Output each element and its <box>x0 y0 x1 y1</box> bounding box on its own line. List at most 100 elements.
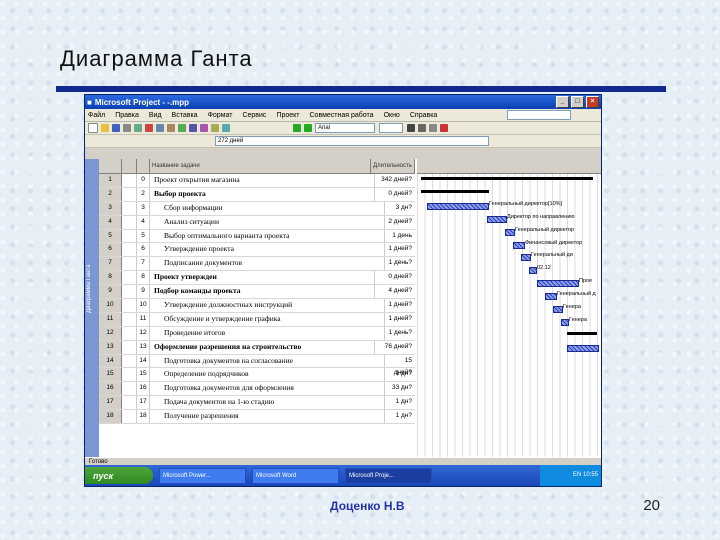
link-icon[interactable] <box>178 124 186 132</box>
title-bar[interactable]: ■ Microsoft Project - -.mpp _ □ × <box>85 95 601 109</box>
menu-tools[interactable]: Сервис <box>242 112 266 119</box>
assign-icon[interactable] <box>222 124 230 132</box>
table-row[interactable]: 8 8 Проект утвержден 0 дней? <box>99 271 415 286</box>
menu-insert[interactable]: Вставка <box>172 112 198 119</box>
table-row[interactable]: 1 0 Проект открытия магазина 342 дней? <box>99 174 415 188</box>
entry-field[interactable]: 272 дней <box>215 136 489 146</box>
taskbar-item-powerpoint[interactable]: Microsoft Power... <box>159 467 246 484</box>
col-rownum <box>99 159 122 173</box>
col-name[interactable]: Название задачи <box>150 159 371 173</box>
gantt-bar[interactable] <box>487 215 507 223</box>
new-icon[interactable] <box>88 123 98 133</box>
task-rows: 1 0 Проект открытия магазина 342 дней? 2 2 Выб… <box>99 174 415 425</box>
minimize-button[interactable]: _ <box>556 96 569 108</box>
gantt-bar[interactable] <box>505 228 515 236</box>
gantt-bar[interactable] <box>567 344 599 352</box>
menu-window[interactable]: Окно <box>384 112 400 119</box>
task-duration: 4 дней? <box>388 287 412 295</box>
task-id: 4 <box>137 215 150 229</box>
view-bar[interactable]: Диаграмма Ганта <box>85 159 99 469</box>
maximize-button[interactable]: □ <box>571 96 584 108</box>
question-box[interactable] <box>507 110 571 120</box>
task-duration: 1 день <box>392 231 412 239</box>
split-icon[interactable] <box>189 124 197 132</box>
gantt-bar[interactable] <box>537 280 579 288</box>
clock: 10:55 <box>582 472 598 478</box>
open-icon[interactable] <box>101 124 109 132</box>
table-row[interactable]: 7 7 Подписание документов 1 день? <box>99 257 415 272</box>
task-duration: 342 дней? <box>381 176 412 183</box>
gantt-bar[interactable] <box>567 331 597 335</box>
table-row[interactable]: 2 2 Выбор проекта 0 дней? <box>99 187 415 202</box>
gantt-bar[interactable] <box>521 254 531 262</box>
outdent-icon[interactable] <box>304 124 312 132</box>
task-info-icon[interactable] <box>200 124 208 132</box>
taskbar-item-word[interactable]: Microsoft Word <box>252 467 339 484</box>
menu-edit[interactable]: Правка <box>115 112 139 119</box>
gantt-bar[interactable] <box>529 267 537 275</box>
table-row[interactable]: 18 18 Получение разрешения 1 дн? <box>99 410 415 425</box>
copy-icon[interactable] <box>156 124 164 132</box>
col-id <box>137 159 150 173</box>
table-row[interactable]: 11 11 Обсуждение и утверждение графика 1 дн… <box>99 312 415 327</box>
row-number: 9 <box>99 285 122 299</box>
gantt-bar[interactable] <box>421 177 593 180</box>
gantt-bar[interactable] <box>561 318 569 326</box>
menu-view[interactable]: Вид <box>149 112 162 119</box>
paste-icon[interactable] <box>167 124 175 132</box>
notes-icon[interactable] <box>211 124 219 132</box>
table-header: Название задачи Длительность <box>99 159 415 174</box>
row-indicator <box>122 257 137 271</box>
row-number: 13 <box>99 340 122 354</box>
print-icon[interactable] <box>123 124 131 132</box>
table-row[interactable]: 10 10 Утверждение должностных инструкций 1 … <box>99 299 415 313</box>
table-row[interactable]: 13 13 Оформление разрешения на строительст… <box>99 340 415 355</box>
table-row[interactable]: 9 9 Подбор команды проекта 4 дней? <box>99 285 415 300</box>
gantt-bar[interactable] <box>421 189 489 193</box>
table-row[interactable]: 12 12 Проведение итогов 1 день? <box>99 326 415 341</box>
cut-icon[interactable] <box>145 124 153 132</box>
gantt-bar[interactable] <box>545 293 557 301</box>
highlight-icon[interactable] <box>440 124 448 132</box>
task-name: Получение разрешения <box>150 410 385 424</box>
underline-icon[interactable] <box>429 124 437 132</box>
indent-icon[interactable] <box>293 124 301 132</box>
font-select[interactable]: Arial <box>315 123 375 133</box>
menu-file[interactable]: Файл <box>88 112 105 119</box>
size-select[interactable] <box>379 123 403 133</box>
task-name: Утверждение проекта <box>150 243 385 257</box>
task-name: Выбор оптимального варианта проекта <box>150 229 385 243</box>
task-duration: 3 дн? <box>395 203 412 211</box>
task-duration: 1 дн? <box>395 370 412 378</box>
italic-icon[interactable] <box>418 124 426 132</box>
row-indicator <box>122 243 137 257</box>
menu-help[interactable]: Справка <box>410 112 437 119</box>
menu-format[interactable]: Формат <box>208 112 233 119</box>
gantt-resource-label: Генера <box>563 304 581 310</box>
gantt-bar[interactable] <box>553 306 563 313</box>
menu-project[interactable]: Проект <box>276 112 299 119</box>
menu-collaborate[interactable]: Совместная работа <box>310 112 374 119</box>
row-indicator <box>122 340 137 354</box>
table-row[interactable]: 15 15 Определение подрядчиков 1 дн? <box>99 368 415 383</box>
col-duration[interactable]: Длительность <box>371 159 415 173</box>
table-row[interactable]: 5 5 Выбор оптимального варианта проекта 1 д… <box>99 229 415 244</box>
taskbar-item-project[interactable]: Microsoft Proje... <box>345 467 432 484</box>
table-row[interactable]: 3 3 Сбор информации 3 дн? <box>99 201 415 216</box>
task-id: 16 <box>137 382 150 396</box>
table-row[interactable]: 16 16 Подготовка документов для оформления… <box>99 382 415 397</box>
lang-indicator[interactable]: EN <box>573 472 581 478</box>
save-icon[interactable] <box>112 124 120 132</box>
table-row[interactable]: 4 4 Анализ ситуации 2 дней? <box>99 215 415 230</box>
start-button[interactable]: пуск <box>85 467 153 484</box>
app-icon: ■ <box>87 97 92 107</box>
row-number: 8 <box>99 271 122 285</box>
close-button[interactable]: × <box>586 96 599 108</box>
table-row[interactable]: 6 6 Утверждение проекта 1 дней? <box>99 243 415 258</box>
preview-icon[interactable] <box>134 124 142 132</box>
gantt-bar[interactable] <box>513 241 525 249</box>
bold-icon[interactable] <box>407 124 415 132</box>
gantt-bar[interactable] <box>427 202 489 210</box>
table-row[interactable]: 17 17 Подача документов на 1-ю стадию 1 дн? <box>99 396 415 411</box>
table-row[interactable]: 14 14 Подготовка документов на согласовани… <box>99 354 415 376</box>
